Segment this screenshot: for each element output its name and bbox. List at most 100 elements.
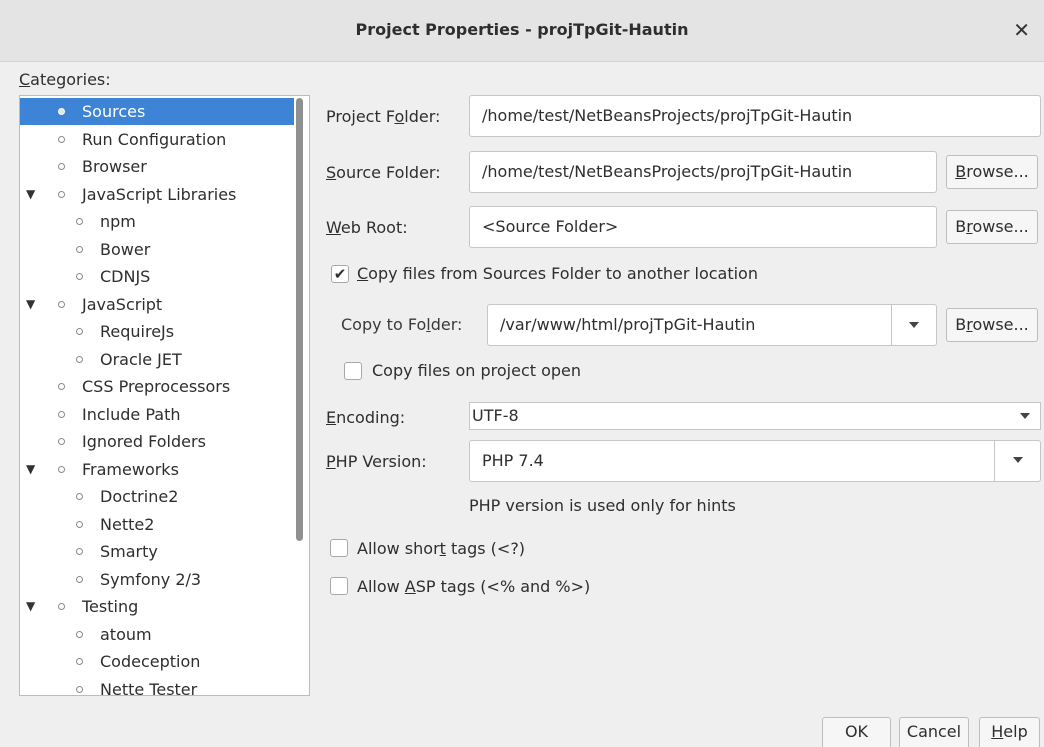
tree-item-label: npm	[100, 212, 136, 231]
tree-item[interactable]: Codeception	[20, 648, 296, 675]
node-bullet-icon	[58, 411, 65, 418]
tree-item[interactable]: atoum	[20, 621, 296, 648]
node-bullet-icon	[76, 686, 83, 693]
copy-on-open-checkbox[interactable]	[344, 362, 362, 380]
tree-item[interactable]: Ignored Folders	[20, 428, 296, 455]
copy-files-checkbox[interactable]: ✔	[331, 265, 349, 283]
copy-to-folder-value: /var/www/html/projTpGit-Hautin	[500, 315, 756, 334]
chevron-down-icon[interactable]	[1013, 457, 1023, 463]
tree-item[interactable]: Nette2	[20, 511, 296, 538]
tree-item[interactable]: Browser	[20, 153, 296, 180]
tree-scrollbar[interactable]	[296, 98, 303, 541]
tree-item-label: Doctrine2	[100, 487, 179, 506]
tree-item[interactable]: Bower	[20, 236, 296, 263]
web-root-label: Web Root:	[326, 218, 408, 237]
tree-item-label: Oracle JET	[100, 350, 182, 369]
chevron-down-icon[interactable]	[909, 322, 919, 328]
tree-item-label: CSS Preprocessors	[82, 377, 231, 396]
php-version-value: PHP 7.4	[482, 451, 544, 470]
tree-item[interactable]: Doctrine2	[20, 483, 296, 510]
tree-item[interactable]: CSS Preprocessors	[20, 373, 296, 400]
project-folder-field[interactable]: /home/test/NetBeansProjects/projTpGit-Ha…	[469, 95, 1041, 137]
node-bullet-icon	[58, 466, 65, 473]
cancel-button[interactable]: Cancel	[899, 717, 969, 747]
node-bullet-icon	[76, 356, 83, 363]
close-icon[interactable]: ✕	[1013, 18, 1030, 42]
php-version-combo[interactable]: PHP 7.4	[469, 440, 1041, 482]
tree-item[interactable]: Run Configuration	[20, 126, 296, 153]
copy-to-folder-label: Copy to Folder:	[341, 315, 463, 334]
expand-arrow-icon[interactable]: ▼	[26, 291, 35, 318]
copy-to-folder-browse-button[interactable]: Browse...	[946, 308, 1038, 342]
source-folder-label: Source Folder:	[326, 163, 441, 182]
tree-item[interactable]: Smarty	[20, 538, 296, 565]
project-folder-label: Project Folder:	[326, 107, 441, 126]
tree-item[interactable]: ▼ Frameworks	[20, 456, 296, 483]
node-bullet-icon	[58, 383, 65, 390]
tree-item[interactable]: Nette Tester	[20, 676, 296, 696]
node-bullet-icon	[76, 273, 83, 280]
source-folder-browse-button[interactable]: Browse...	[946, 155, 1038, 189]
tree-item-label: CDNJS	[100, 267, 151, 286]
node-bullet-icon	[58, 603, 65, 610]
tree-item-label: Symfony 2/3	[100, 570, 202, 589]
ok-button[interactable]: OK	[822, 717, 891, 747]
copy-on-open-label: Copy files on project open	[372, 361, 582, 380]
tree-item-label: Nette2	[100, 515, 155, 534]
copy-files-label: Copy files from Sources Folder to anothe…	[357, 264, 758, 283]
php-version-label: PHP Version:	[326, 452, 427, 471]
chevron-down-icon[interactable]	[1020, 413, 1030, 419]
categories-tree[interactable]: Sources Run Configuration Browser ▼ JavaScri…	[19, 95, 310, 696]
tree-item-label: atoum	[100, 625, 152, 644]
tree-item-label: Smarty	[100, 542, 158, 561]
tree-item-label: Bower	[100, 240, 151, 259]
web-root-field[interactable]: <Source Folder>	[469, 206, 937, 248]
node-bullet-icon	[76, 328, 83, 335]
tree-item[interactable]: ▼ JavaScript Libraries	[20, 181, 296, 208]
source-folder-field[interactable]: /home/test/NetBeansProjects/projTpGit-Ha…	[469, 151, 937, 193]
tree-item[interactable]: Oracle JET	[20, 346, 296, 373]
tree-item[interactable]: Include Path	[20, 401, 296, 428]
tree-item-label: Frameworks	[82, 460, 179, 479]
node-bullet-icon	[76, 246, 83, 253]
tree-item[interactable]: npm	[20, 208, 296, 235]
tree-item-label: Browser	[82, 157, 147, 176]
title-bar: Project Properties - projTpGit-Hautin ✕	[0, 0, 1044, 62]
node-bullet-icon	[76, 631, 83, 638]
node-bullet-icon	[76, 548, 83, 555]
node-bullet-icon	[58, 438, 65, 445]
categories-label: Categories:	[19, 70, 111, 89]
tree-item-label: Sources	[82, 102, 146, 121]
tree-item-label: JavaScript	[82, 295, 163, 314]
encoding-select[interactable]: UTF-8	[469, 402, 1041, 430]
node-bullet-icon	[76, 493, 83, 500]
node-bullet-icon	[58, 136, 65, 143]
asp-tags-checkbox[interactable]	[330, 577, 348, 595]
tree-item[interactable]: ▼ Testing	[20, 593, 296, 620]
node-bullet-icon	[58, 163, 65, 170]
tree-item-label: Ignored Folders	[82, 432, 206, 451]
help-button[interactable]: Help	[979, 717, 1040, 747]
encoding-label: Encoding:	[326, 408, 406, 427]
tree-item-label: Codeception	[100, 652, 201, 671]
tree-item-label: Include Path	[82, 405, 181, 424]
node-bullet-icon	[58, 301, 65, 308]
expand-arrow-icon[interactable]: ▼	[26, 593, 35, 620]
tree-item[interactable]: Sources	[20, 98, 294, 125]
tree-item-label: JavaScript Libraries	[82, 185, 237, 204]
tree-item[interactable]: CDNJS	[20, 263, 296, 290]
expand-arrow-icon[interactable]: ▼	[26, 181, 35, 208]
tree-item[interactable]: ▼ JavaScript	[20, 291, 296, 318]
short-tags-checkbox[interactable]	[330, 539, 348, 557]
php-version-hint: PHP version is used only for hints	[469, 496, 736, 515]
encoding-value: UTF-8	[472, 406, 519, 425]
tree-item[interactable]: RequireJs	[20, 318, 296, 345]
tree-item-label: Nette Tester	[100, 680, 198, 696]
expand-arrow-icon[interactable]: ▼	[26, 456, 35, 483]
php-version-separator	[994, 441, 995, 481]
tree-item[interactable]: Symfony 2/3	[20, 566, 296, 593]
copy-to-folder-separator	[891, 305, 892, 345]
copy-to-folder-combo[interactable]: /var/www/html/projTpGit-Hautin	[487, 304, 937, 346]
web-root-browse-button[interactable]: Browse...	[946, 210, 1038, 244]
tree-item-label: Testing	[82, 597, 139, 616]
